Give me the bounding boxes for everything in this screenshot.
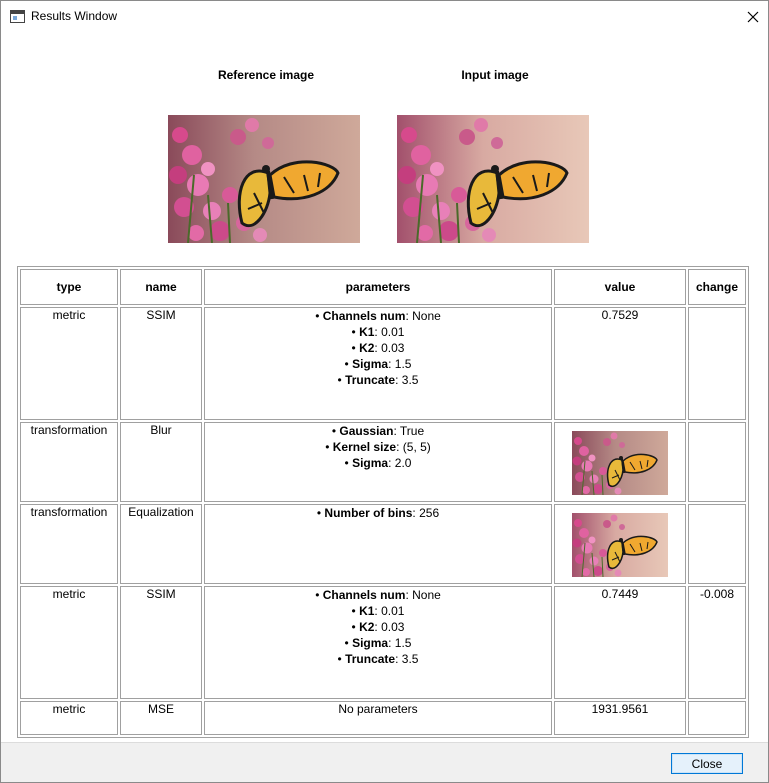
parameters-cell: • Channels num: None • K1: 0.01 • K2: 0.…	[204, 586, 552, 699]
param-item: • K2: 0.03	[351, 620, 405, 634]
type-cell: metric	[20, 307, 118, 420]
change-cell	[688, 307, 746, 420]
reference-image-label: Reference image	[217, 68, 315, 82]
type-cell: metric	[20, 701, 118, 735]
table-row: transformation Blur • Gaussian: True • K…	[20, 422, 746, 502]
column-header-type: type	[20, 269, 118, 305]
param-item: • Truncate: 3.5	[337, 373, 419, 387]
param-item: • Channels num: None	[315, 588, 441, 602]
param-item: • K1: 0.01	[351, 325, 405, 339]
title-bar[interactable]: Results Window	[1, 1, 768, 32]
parameters-cell: • Channels num: None • K1: 0.01 • K2: 0.…	[204, 307, 552, 420]
value-cell: 1931.9561	[554, 701, 686, 735]
value-cell: 0.7529	[554, 307, 686, 420]
blur-result-thumbnail	[572, 431, 668, 495]
change-cell	[688, 701, 746, 735]
table-row: transformation Equalization • Number of …	[20, 504, 746, 584]
table-row: metric SSIM • Channels num: None • K1: 0…	[20, 307, 746, 420]
close-button[interactable]: Close	[671, 753, 743, 774]
param-item: • K1: 0.01	[351, 604, 405, 618]
param-item: • Truncate: 3.5	[337, 652, 419, 666]
name-cell: SSIM	[120, 307, 202, 420]
value-cell	[554, 504, 686, 584]
type-cell: metric	[20, 586, 118, 699]
change-cell: -0.008	[688, 586, 746, 699]
column-header-value: value	[554, 269, 686, 305]
table-header-row: type name parameters value change	[20, 269, 746, 305]
name-cell: SSIM	[120, 586, 202, 699]
change-cell	[688, 504, 746, 584]
param-item: • Gaussian: True	[331, 424, 425, 438]
results-table: type name parameters value change metric…	[17, 266, 749, 738]
app-window-icon	[10, 10, 25, 23]
dialog-footer: Close	[1, 742, 768, 782]
window-title: Results Window	[31, 9, 118, 23]
table-row: metric MSE No parameters 1931.9561	[20, 701, 746, 735]
parameters-cell: No parameters	[204, 701, 552, 735]
param-item: • Channels num: None	[315, 309, 441, 323]
input-image	[397, 115, 589, 243]
results-window: Results Window Reference image Input ima…	[0, 0, 769, 783]
parameters-cell: • Number of bins: 256	[204, 504, 552, 584]
column-header-name: name	[120, 269, 202, 305]
value-cell: 0.7449	[554, 586, 686, 699]
name-cell: Blur	[120, 422, 202, 502]
param-item: • Sigma: 1.5	[344, 357, 412, 371]
param-item: • Number of bins: 256	[316, 506, 440, 520]
param-item: • Sigma: 1.5	[344, 636, 412, 650]
type-cell: transformation	[20, 422, 118, 502]
equalization-result-thumbnail	[572, 513, 668, 577]
column-header-change: change	[688, 269, 746, 305]
column-header-parameters: parameters	[204, 269, 552, 305]
window-close-icon[interactable]	[738, 1, 768, 32]
param-item: • K2: 0.03	[351, 341, 405, 355]
parameters-cell: • Gaussian: True • Kernel size: (5, 5) •…	[204, 422, 552, 502]
name-cell: Equalization	[120, 504, 202, 584]
value-cell	[554, 422, 686, 502]
param-item: • Kernel size: (5, 5)	[325, 440, 431, 454]
input-image-label: Input image	[461, 68, 529, 82]
type-cell: transformation	[20, 504, 118, 584]
param-item: • Sigma: 2.0	[344, 456, 412, 470]
table-row: metric SSIM • Channels num: None • K1: 0…	[20, 586, 746, 699]
change-cell	[688, 422, 746, 502]
reference-image	[168, 115, 360, 243]
name-cell: MSE	[120, 701, 202, 735]
